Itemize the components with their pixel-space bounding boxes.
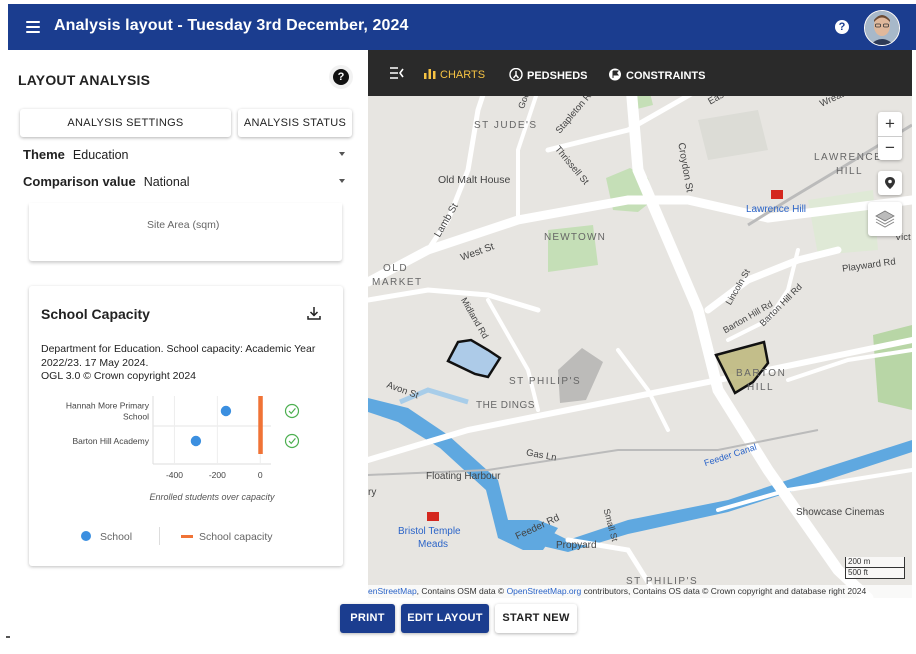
chart-x-tick-label: 0: [258, 470, 263, 480]
constraints-icon: [609, 68, 621, 81]
toolbar-constraints-label: CONSTRAINTS: [626, 70, 706, 82]
school-capacity-chart: Hannah More Primary School Barton Hill Aca…: [66, 396, 300, 502]
locate-button[interactable]: [878, 171, 902, 195]
chart-category-label-line: School: [123, 412, 149, 422]
check-circle-outline: [284, 403, 300, 419]
check-circle-icon: [284, 433, 300, 449]
chart-x-tick-label: -400: [166, 470, 183, 480]
download-icon[interactable]: [306, 305, 322, 321]
chart-x-tick-label: -200: [209, 470, 226, 480]
chevron-down-icon[interactable]: [339, 152, 345, 156]
pedshed-icon: [509, 67, 523, 82]
avatar[interactable]: [864, 10, 900, 46]
legend-capacity-swatch: [181, 535, 193, 538]
check-circle-icon: [284, 403, 300, 419]
copyright-text: OGL 3.0 © Crown copyright 2024: [41, 370, 197, 382]
map-canvas[interactable]: [368, 50, 912, 598]
tab-analysis-settings[interactable]: ANALYSIS SETTINGS: [20, 109, 231, 137]
panel-title: LAYOUT ANALYSIS: [18, 72, 151, 88]
school-capacity-card: School Capacity Department for Education…: [29, 286, 343, 566]
check-circle-outline: [284, 433, 300, 449]
divider: [6, 636, 10, 638]
scale-imperial: 500 ft: [845, 568, 905, 579]
chart-y-labels: Hannah More Primary School Barton Hill Aca…: [66, 401, 150, 447]
chart-category-label-line: Hannah More Primary: [66, 401, 150, 411]
attribution-link-osm[interactable]: enStreetMap: [368, 586, 417, 596]
map-attribution: enStreetMap, Contains OSM data © OpenStr…: [368, 585, 912, 598]
user-avatar-icon: [865, 11, 899, 45]
toolbar-pedsheds-label: PEDSHEDS: [527, 70, 588, 82]
data-source: Department for Education. School capacit…: [41, 343, 331, 384]
zoom-control: + −: [878, 112, 902, 160]
chart-x-ticks: -400 -200 0: [166, 470, 263, 480]
toolbar-pedsheds[interactable]: PEDSHEDS: [509, 67, 588, 82]
layers-button[interactable]: [868, 202, 902, 236]
chart-status-icons: [284, 403, 300, 449]
chart-category-label-line: Barton Hill Academy: [72, 436, 149, 446]
zoom-out-button[interactable]: −: [878, 137, 902, 160]
bar-chart-icon: [424, 69, 436, 79]
attribution-link-osm-org[interactable]: OpenStreetMap.org: [507, 586, 582, 596]
chevron-down-icon[interactable]: [339, 179, 345, 183]
start-new-button[interactable]: START NEW: [495, 604, 577, 633]
app-bar: Analysis layout - Tuesday 3rd December, …: [8, 4, 916, 50]
card-title: School Capacity: [41, 306, 150, 322]
legend-school-swatch: [81, 531, 91, 541]
theme-value: Education: [72, 148, 129, 162]
legend-school-label: School: [100, 531, 133, 543]
chart-marks: [190, 396, 263, 454]
left-panel: LAYOUT ANALYSIS ? ANALYSIS SETTINGS ANAL…: [8, 50, 368, 590]
scale-metric: 200 m: [845, 557, 905, 568]
site-area-card: Site Area (sqm): [29, 203, 342, 261]
comparison-value: National: [143, 175, 190, 189]
theme-label: Theme: [23, 147, 65, 162]
edit-layout-button[interactable]: EDIT LAYOUT: [401, 604, 489, 633]
check-mark: [288, 408, 296, 415]
rail-station-icon: [427, 512, 439, 521]
site-area-label: Site Area (sqm): [147, 219, 220, 231]
legend-divider: [159, 527, 160, 545]
layers-icon: [875, 210, 895, 228]
toolbar-charts-label: CHARTS: [440, 69, 486, 81]
map[interactable]: ST JUDE'S Old Malt House LAWRENCE HILL L…: [368, 50, 912, 598]
attribution-text: , Contains OSM data ©: [416, 586, 507, 596]
theme-select[interactable]: Theme Education: [23, 147, 129, 162]
comparison-select[interactable]: Comparison value National: [23, 174, 190, 189]
help-icon[interactable]: ?: [835, 20, 849, 34]
tab-analysis-status[interactable]: ANALYSIS STATUS: [238, 109, 352, 137]
print-button[interactable]: PRINT: [340, 604, 395, 633]
toolbar-charts[interactable]: CHARTS: [424, 68, 485, 81]
chart-point: [220, 405, 232, 417]
x-axis-label: Enrolled students over capacity: [149, 492, 275, 502]
chart-capacity-bar: [258, 396, 263, 454]
page-title: Analysis layout - Tuesday 3rd December, …: [54, 17, 409, 34]
attribution-text: contributors, Contains OS data © Crown c…: [581, 586, 867, 596]
map-scale: 200 m 500 ft: [845, 557, 905, 579]
menu-icon[interactable]: [26, 18, 40, 36]
rail-station-icon: [771, 190, 783, 199]
source-text: Department for Education. School capacit…: [41, 343, 316, 369]
chart-category-label: Barton Hill Academy: [72, 436, 149, 446]
check-mark: [288, 438, 296, 445]
location-pin-icon: [885, 177, 895, 189]
chart-grid: [152, 396, 271, 465]
chart-point: [190, 435, 202, 447]
map-toolbar: CHARTS PEDSHEDS CONSTRAINTS: [368, 50, 912, 96]
panel-help-button[interactable]: ?: [329, 65, 353, 89]
legend-capacity-label: School capacity: [199, 531, 273, 543]
toolbar-constraints[interactable]: CONSTRAINTS: [608, 68, 705, 82]
comparison-label: Comparison value: [23, 174, 136, 189]
zoom-in-button[interactable]: +: [878, 112, 902, 137]
chart-category-label: Hannah More Primary School: [66, 401, 150, 422]
help-icon: ?: [333, 69, 349, 85]
collapse-panel-icon[interactable]: [390, 67, 404, 79]
